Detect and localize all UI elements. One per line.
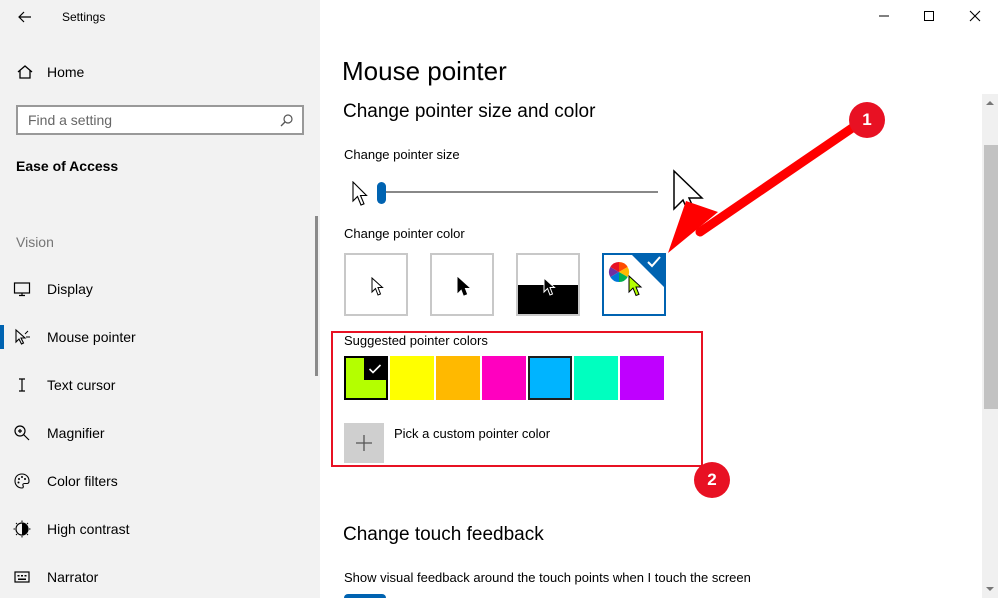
sidebar: Settings Home Find a setting Ease of Acc…: [0, 0, 320, 598]
touch-feedback-heading: Change touch feedback: [343, 524, 544, 545]
swatch-gold[interactable]: [436, 356, 480, 400]
search-icon: [280, 114, 293, 127]
color-wheel-icon: [608, 261, 630, 283]
sidebar-item-label: Text cursor: [47, 377, 116, 393]
pointer-color-custom[interactable]: [602, 253, 666, 316]
maximize-button[interactable]: [917, 6, 941, 26]
sidebar-item-narrator[interactable]: Narrator: [0, 565, 320, 589]
page-title: Mouse pointer: [342, 56, 507, 86]
swatch-yellow[interactable]: [390, 356, 434, 400]
high-contrast-icon: [0, 520, 47, 538]
small-pointer-icon: [352, 181, 368, 206]
scroll-down-button[interactable]: [982, 580, 998, 598]
annotation-badge-2: 2: [694, 462, 730, 498]
pointer-size-slider-track[interactable]: [382, 191, 658, 193]
sidebar-scrollbar[interactable]: [315, 216, 318, 376]
sidebar-item-label: Display: [47, 281, 93, 297]
section-title: Ease of Access: [16, 158, 119, 174]
home-icon: [17, 65, 33, 79]
minimize-button[interactable]: [872, 6, 896, 26]
annotation-arrow: [668, 119, 863, 253]
sidebar-item-magnifier[interactable]: Magnifier: [0, 421, 320, 445]
suggested-colors-label: Suggested pointer colors: [344, 333, 488, 348]
custom-color-label[interactable]: Pick a custom pointer color: [394, 426, 550, 441]
mouse-pointer-icon: [0, 328, 47, 346]
sidebar-item-label: Magnifier: [47, 425, 105, 441]
search-placeholder: Find a setting: [28, 112, 113, 128]
app-title: Settings: [62, 10, 106, 24]
sidebar-item-label: High contrast: [47, 521, 130, 537]
swatch-magenta[interactable]: [482, 356, 526, 400]
annotation-badge-1: 1: [849, 102, 885, 138]
pointer-color-inverted[interactable]: [516, 253, 580, 316]
swatch-check: [364, 358, 386, 380]
narrator-icon: [0, 569, 47, 585]
magnifier-icon: [0, 424, 47, 442]
pick-custom-color-button[interactable]: [344, 423, 384, 463]
touch-feedback-toggle[interactable]: [344, 594, 386, 598]
close-icon: [969, 10, 981, 22]
text-cursor-icon: [0, 377, 47, 393]
search-input[interactable]: Find a setting: [16, 105, 304, 135]
pointer-color-label: Change pointer color: [344, 226, 465, 241]
sidebar-item-color-filters[interactable]: Color filters: [0, 469, 320, 493]
sidebar-item-label: Mouse pointer: [47, 329, 136, 345]
sidebar-item-high-contrast[interactable]: High contrast: [0, 517, 320, 541]
group-label: Vision: [16, 234, 54, 250]
minimize-icon: [879, 15, 889, 17]
touch-feedback-label: Show visual feedback around the touch po…: [344, 570, 751, 585]
inverted-pointer-icon: [543, 277, 556, 296]
size-color-heading: Change pointer size and color: [343, 101, 596, 122]
color-filters-icon: [0, 472, 47, 490]
back-button[interactable]: [14, 6, 36, 28]
pointer-color-black[interactable]: [430, 253, 494, 316]
pointer-size-label: Change pointer size: [344, 147, 460, 162]
home-nav[interactable]: Home: [16, 64, 84, 80]
swatch-aqua[interactable]: [574, 356, 618, 400]
close-button[interactable]: [963, 6, 987, 26]
sidebar-item-label: Color filters: [47, 473, 118, 489]
checkmark-icon: [368, 364, 382, 374]
chevron-down-icon: [986, 587, 994, 591]
pointer-color-white[interactable]: [344, 253, 408, 316]
sidebar-item-label: Narrator: [47, 569, 99, 585]
scroll-up-button[interactable]: [982, 94, 998, 112]
back-arrow-icon: [18, 11, 31, 23]
home-label: Home: [47, 64, 85, 80]
sidebar-item-mouse-pointer[interactable]: Mouse pointer: [0, 325, 320, 349]
sidebar-item-text-cursor[interactable]: Text cursor: [0, 373, 320, 397]
custom-pointer-icon: [628, 275, 643, 297]
chevron-up-icon: [986, 101, 994, 105]
main-content: Mouse pointer Change pointer size and co…: [320, 0, 998, 598]
maximize-icon: [924, 11, 934, 21]
swatch-lime[interactable]: [344, 356, 388, 400]
white-pointer-icon: [371, 277, 384, 296]
sidebar-item-display[interactable]: Display: [0, 277, 320, 301]
black-pointer-icon: [457, 277, 470, 296]
swatch-purple[interactable]: [620, 356, 664, 400]
swatch-sky-blue[interactable]: [528, 356, 572, 400]
display-icon: [0, 281, 47, 297]
plus-icon: [356, 435, 372, 451]
main-scrollbar-thumb[interactable]: [984, 145, 998, 409]
pointer-size-slider-thumb[interactable]: [377, 182, 386, 204]
